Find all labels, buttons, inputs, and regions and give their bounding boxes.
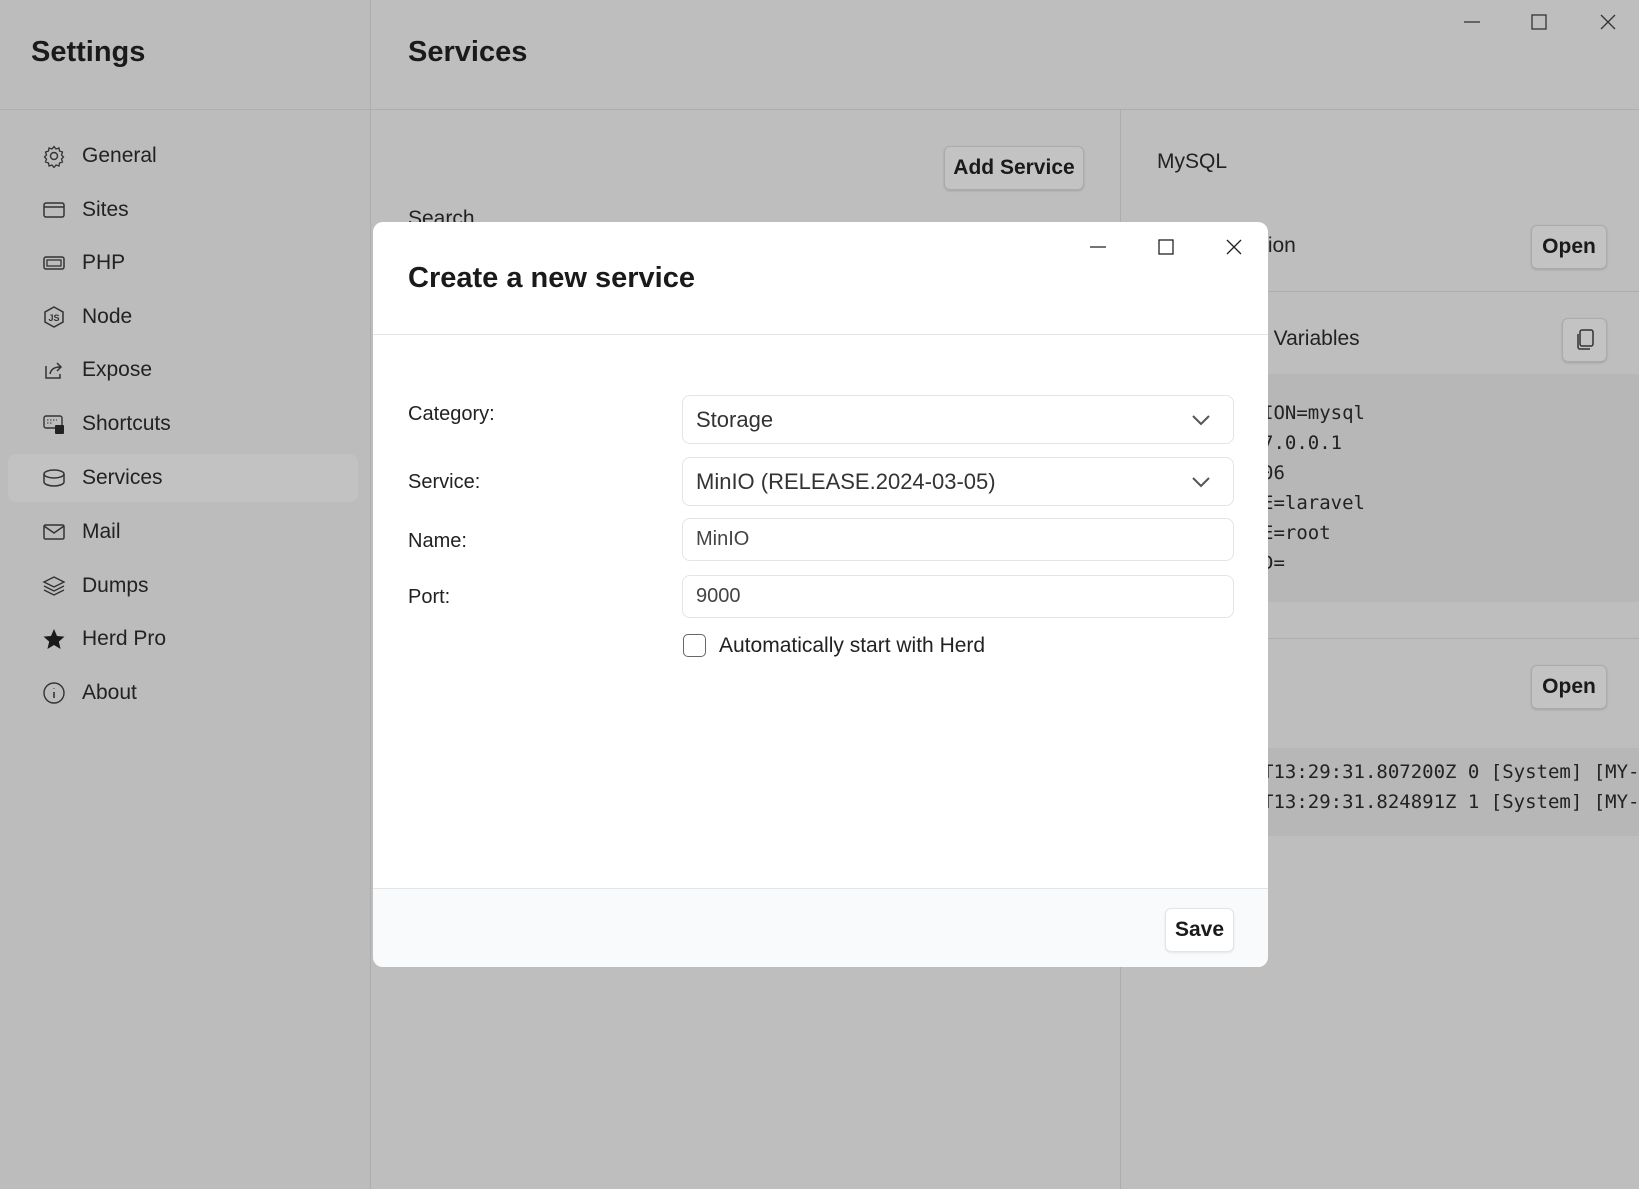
sidebar-item-dumps[interactable]: Dumps [8, 562, 358, 610]
env-line: 06 [1262, 462, 1285, 484]
nodejs-icon: JS [44, 306, 64, 328]
mail-icon [43, 524, 65, 540]
close-icon[interactable] [1600, 14, 1616, 30]
service-select[interactable]: MinIO (RELEASE.2024-03-05) [682, 457, 1234, 506]
category-value: Storage [696, 406, 774, 432]
env-line: E=root [1262, 522, 1331, 544]
chip-icon [43, 256, 65, 270]
sidebar-item-about[interactable]: About [8, 669, 358, 717]
log-line: T13:29:31.807200Z 0 [System] [MY- [1262, 761, 1639, 783]
database-icon [43, 469, 65, 487]
copy-icon [1576, 329, 1594, 350]
open-logs-button[interactable]: Open [1531, 665, 1607, 709]
minimize-icon[interactable] [1463, 13, 1481, 31]
chevron-down-icon [1192, 476, 1210, 487]
sidebar-item-sites[interactable]: Sites [8, 186, 358, 234]
add-service-button[interactable]: Add Service [944, 146, 1084, 190]
sidebar-item-services[interactable]: Services [8, 454, 358, 502]
port-label: Port: [408, 586, 451, 608]
header-divider [0, 109, 1639, 110]
env-line: ION=mysql [1262, 402, 1365, 424]
svg-text:JS: JS [48, 313, 59, 323]
sidebar-item-label: About [82, 681, 137, 704]
sidebar-item-php[interactable]: PHP [8, 239, 358, 287]
service-name: MySQL [1157, 150, 1228, 173]
maximize-icon[interactable] [1531, 14, 1547, 30]
sidebar-item-label: Sites [82, 198, 129, 221]
dialog-footer [373, 888, 1268, 967]
star-icon [43, 629, 65, 649]
name-label: Name: [408, 530, 467, 552]
sidebar-item-label: General [82, 144, 157, 167]
env-variables-label: t Variables [1262, 327, 1360, 350]
dialog-divider [373, 334, 1268, 335]
info-icon [43, 682, 65, 704]
sidebar-title: Settings [31, 36, 146, 68]
env-line: D= [1262, 552, 1285, 574]
service-label: Service: [408, 471, 481, 493]
create-service-dialog: Create a new service Category: Storage S… [373, 222, 1268, 967]
port-input[interactable]: 9000 [682, 575, 1234, 618]
sidebar-item-node[interactable]: JS Node [8, 293, 358, 341]
autostart-checkbox[interactable] [683, 634, 706, 657]
sidebar-item-label: Node [82, 305, 133, 328]
open-button[interactable]: Open [1531, 225, 1607, 269]
sidebar-item-label: PHP [82, 251, 126, 274]
copy-button[interactable] [1562, 318, 1607, 362]
sidebar-item-label: Mail [82, 520, 121, 543]
sidebar-item-label: Dumps [82, 574, 149, 597]
env-line: E=laravel [1262, 492, 1365, 514]
window-icon [43, 202, 65, 218]
sidebar-item-general[interactable]: General [8, 132, 358, 180]
service-value: MinIO (RELEASE.2024-03-05) [696, 468, 996, 494]
name-input[interactable]: MinIO [682, 518, 1234, 561]
env-line: 7.0.0.1 [1262, 432, 1343, 454]
sidebar-item-label: Services [82, 466, 163, 489]
log-line: T13:29:31.824891Z 1 [System] [MY- [1262, 791, 1639, 813]
share-icon [45, 362, 63, 379]
keyboard-shortcut-icon [43, 415, 64, 434]
sidebar: Settings General Sites PHP JS Node Expose Shor… [0, 0, 371, 1189]
page-title: Services [408, 36, 528, 68]
category-select[interactable]: Storage [682, 395, 1234, 444]
sidebar-item-herd-pro[interactable]: Herd Pro [8, 615, 358, 663]
sidebar-item-shortcuts[interactable]: Shortcuts [8, 400, 358, 448]
save-button[interactable]: Save [1165, 908, 1234, 952]
dialog-close-icon[interactable] [1226, 239, 1242, 255]
dialog-title: Create a new service [408, 262, 695, 294]
sidebar-item-label: Expose [82, 358, 153, 381]
category-label: Category: [408, 403, 495, 425]
dialog-minimize-icon[interactable] [1089, 238, 1107, 256]
chevron-down-icon [1192, 414, 1210, 425]
sidebar-item-label: Shortcuts [82, 412, 171, 435]
dialog-maximize-icon[interactable] [1158, 239, 1174, 255]
autostart-label[interactable]: Automatically start with Herd [719, 634, 985, 658]
gear-icon [43, 145, 65, 168]
sidebar-item-mail[interactable]: Mail [8, 508, 358, 556]
layers-icon [42, 576, 66, 596]
sidebar-item-expose[interactable]: Expose [8, 346, 358, 394]
sidebar-item-label: Herd Pro [82, 627, 167, 650]
